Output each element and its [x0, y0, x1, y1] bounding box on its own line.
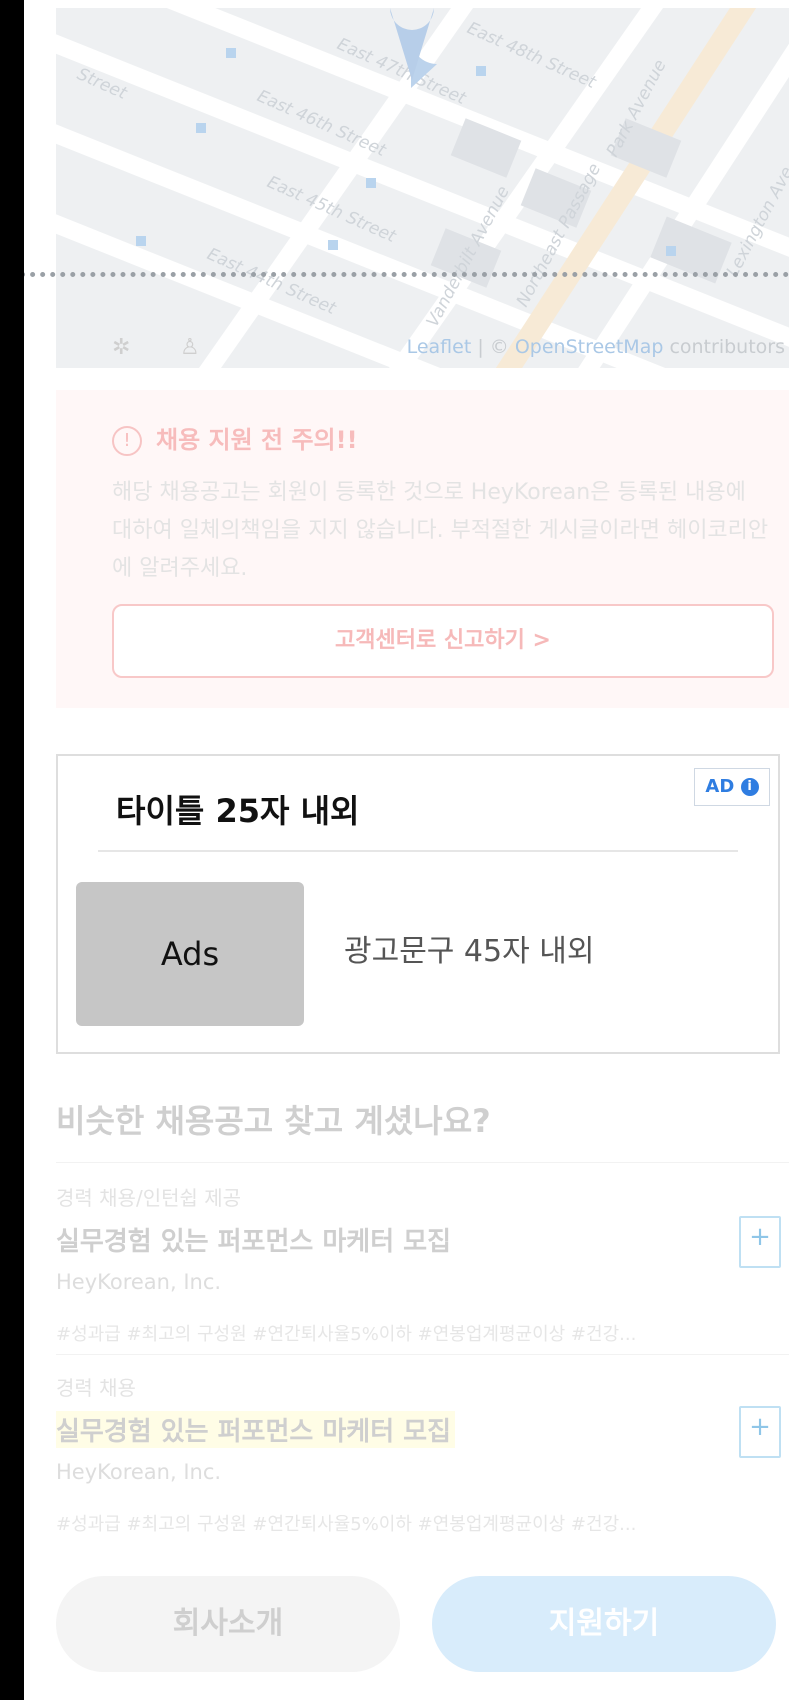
job-tags: #성과급 #최고의 구성원 #연간퇴사율5%이하 #연봉업계평균이상 #건강..…: [56, 1514, 637, 1535]
job-item[interactable]: 경력 채용 실무경험 있는 퍼포먼스 마케터 모집 HeyKorean, Inc…: [56, 1372, 789, 1536]
apply-button[interactable]: 지원하기: [432, 1576, 776, 1672]
ad-divider: [98, 850, 738, 852]
ad-badge[interactable]: AD i: [694, 768, 770, 806]
job-title[interactable]: 실무경험 있는 퍼포먼스 마케터 모집: [56, 1221, 455, 1258]
job-category: 경력 채용/인턴쉽 제공: [56, 1186, 242, 1210]
info-icon: i: [740, 778, 759, 796]
job-title[interactable]: 실무경험 있는 퍼포먼스 마케터 모집: [56, 1411, 456, 1448]
map-attribution: Leaflet | © OpenStreetMap contributors: [407, 336, 785, 358]
job-company: HeyKorean, Inc.: [56, 1270, 222, 1294]
leaflet-link[interactable]: Leaflet: [407, 336, 472, 358]
alert-icon: !: [112, 426, 142, 456]
bottom-action-bar: 회사소개 지원하기: [24, 1540, 789, 1700]
osm-link[interactable]: OpenStreetMap: [515, 336, 664, 358]
map-tiles: East 46th Street East 45th Street East 4…: [56, 8, 789, 368]
report-button[interactable]: 고객센터로 신고하기 >: [112, 604, 774, 678]
notice-body: 해당 채용공고는 회원이 등록한 것으로 HeyKorean은 등록된 내용에 …: [112, 480, 769, 581]
job-tags: #성과급 #최고의 구성원 #연간퇴사율5%이하 #연봉업계평균이상 #건강..…: [56, 1324, 637, 1345]
divider: [56, 1162, 789, 1163]
ad-text: 광고문구 45자 내외: [344, 934, 595, 969]
screen: East 46th Street East 45th Street East 4…: [24, 0, 789, 1700]
bookmark-icon[interactable]: +: [739, 1216, 781, 1268]
notice-title: 채용 지원 전 주의!!: [156, 426, 358, 454]
dotted-separator: [24, 272, 789, 277]
ad-image[interactable]: Ads: [76, 882, 304, 1026]
job-company: HeyKorean, Inc.: [56, 1460, 222, 1484]
ad-card[interactable]: AD i 타이틀 25자 내외 Ads 광고문구 45자 내외: [56, 754, 780, 1054]
ad-title: 타이틀 25자 내외: [116, 792, 360, 830]
divider: [56, 1354, 789, 1355]
attribution-separator: | ©: [471, 336, 515, 358]
map[interactable]: East 46th Street East 45th Street East 4…: [56, 8, 789, 368]
ad-badge-label: AD: [705, 776, 735, 797]
notice-box: ! 채용 지원 전 주의!! 해당 채용공고는 회원이 등록한 것으로 HeyK…: [56, 390, 789, 708]
similar-jobs-title: 비슷한 채용공고 찾고 계셨나요?: [56, 1102, 491, 1140]
company-intro-button[interactable]: 회사소개: [56, 1576, 400, 1672]
job-category: 경력 채용: [56, 1376, 136, 1400]
person-icon[interactable]: ♙: [180, 335, 200, 360]
job-item[interactable]: 경력 채용/인턴쉽 제공 실무경험 있는 퍼포먼스 마케터 모집 HeyKore…: [56, 1182, 789, 1346]
gear-icon[interactable]: ✲: [112, 335, 130, 360]
bookmark-icon[interactable]: +: [739, 1406, 781, 1458]
attribution-contributors: contributors: [663, 336, 785, 358]
